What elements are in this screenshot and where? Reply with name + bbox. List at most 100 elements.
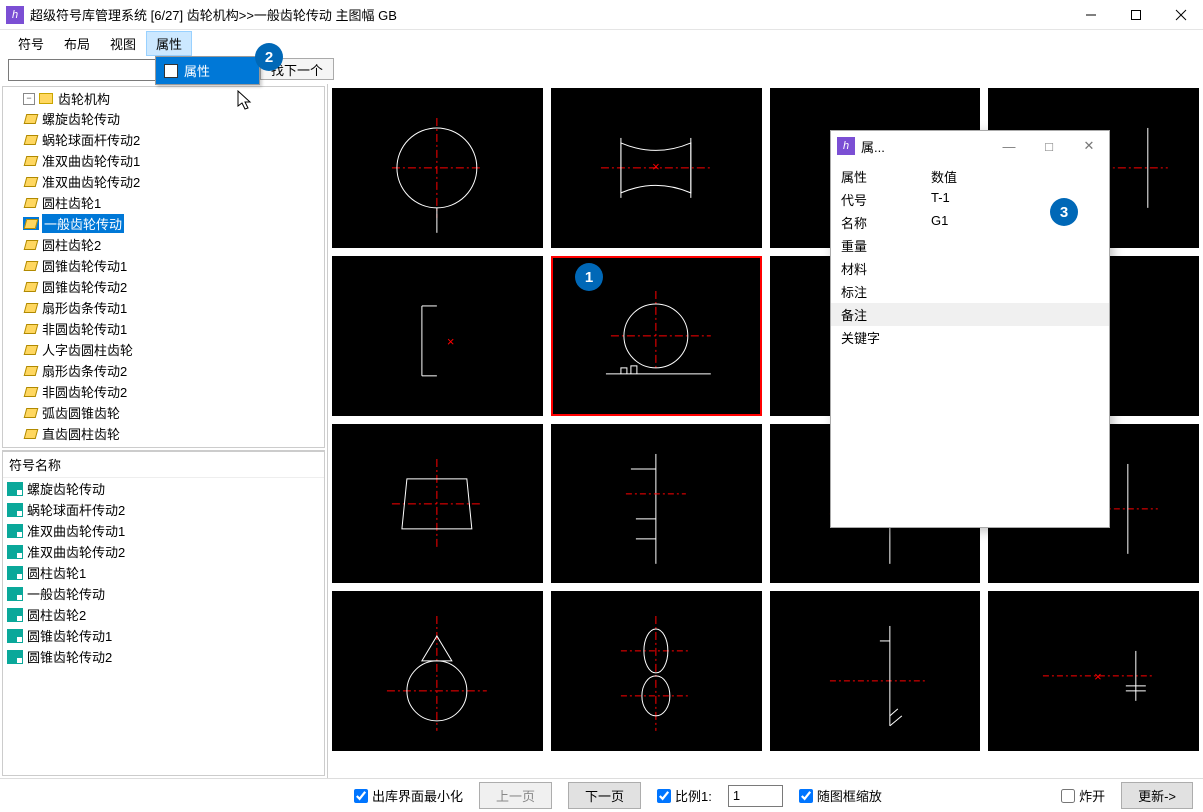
symbol-icon <box>23 364 39 377</box>
fit-frame-checkbox[interactable]: 随图框缩放 <box>799 786 882 805</box>
tree-item[interactable]: 斜齿圆柱齿轮 <box>23 444 324 448</box>
symbol-icon <box>7 503 23 517</box>
list-item[interactable]: 一般齿轮传动 <box>3 583 324 604</box>
symbol-icon <box>23 196 39 209</box>
properties-titlebar[interactable]: h 属... — □ ✕ <box>831 131 1109 161</box>
property-row[interactable]: 备注 <box>831 303 1109 326</box>
callout-3: 3 <box>1050 198 1078 226</box>
thumbnail[interactable] <box>332 424 543 584</box>
dropdown-item-properties[interactable]: 属性 <box>156 57 259 84</box>
tree-item[interactable]: 圆锥齿轮传动2 <box>23 276 324 297</box>
thumbnail[interactable]: × <box>332 256 543 416</box>
tree-item[interactable]: 圆柱齿轮1 <box>23 192 324 213</box>
menu-item-2[interactable]: 视图 <box>100 31 146 56</box>
menu-item-0[interactable]: 符号 <box>8 31 54 56</box>
symbol-icon <box>23 175 39 188</box>
tree-item[interactable]: 蜗轮球面杆传动2 <box>23 129 324 150</box>
properties-icon <box>164 64 178 78</box>
properties-panel[interactable]: h 属... — □ ✕ 属性 数值 代号T-1名称G1重量材料标注备注关键字 <box>830 130 1110 528</box>
tree-item[interactable]: 非圆齿轮传动2 <box>23 381 324 402</box>
thumbnail[interactable] <box>551 591 762 751</box>
tree-item[interactable]: 直齿圆柱齿轮 <box>23 423 324 444</box>
tree-root[interactable]: − 齿轮机构 螺旋齿轮传动蜗轮球面杆传动2准双曲齿轮传动1准双曲齿轮传动2圆柱齿… <box>23 89 324 448</box>
symbol-icon <box>7 608 23 622</box>
symbol-icon <box>23 112 39 125</box>
app-icon: h <box>837 137 855 155</box>
thumbnail[interactable]: × <box>551 88 762 248</box>
ratio-input[interactable] <box>728 785 783 807</box>
menu-item-3[interactable]: 属性 <box>146 31 192 56</box>
callout-1: 1 <box>575 263 603 291</box>
symbol-icon <box>23 301 39 314</box>
minimize-button[interactable] <box>1068 0 1113 30</box>
symbol-icon <box>23 133 39 146</box>
tree-item[interactable]: 人字齿圆柱齿轮 <box>23 339 324 360</box>
list-item[interactable]: 准双曲齿轮传动1 <box>3 520 324 541</box>
app-icon: h <box>6 6 24 24</box>
tree-item[interactable]: 圆柱齿轮2 <box>23 234 324 255</box>
thumbnail[interactable] <box>551 424 762 584</box>
tree-item[interactable]: 一般齿轮传动 <box>23 213 324 234</box>
update-button[interactable]: 更新-> <box>1121 782 1193 809</box>
symbol-icon <box>7 545 23 559</box>
tree-item[interactable]: 螺旋齿轮传动 <box>23 108 324 129</box>
properties-dropdown: 属性 <box>155 56 260 85</box>
list-header: 符号名称 <box>3 451 324 478</box>
list-item[interactable]: 蜗轮球面杆传动2 <box>3 499 324 520</box>
list-item[interactable]: 圆柱齿轮1 <box>3 562 324 583</box>
symbol-list[interactable]: 符号名称 螺旋齿轮传动蜗轮球面杆传动2准双曲齿轮传动1准双曲齿轮传动2圆柱齿轮1… <box>2 450 325 776</box>
ratio-checkbox[interactable]: 比例1: <box>657 786 712 805</box>
svg-text:×: × <box>1094 669 1102 684</box>
callout-2: 2 <box>255 43 283 71</box>
next-page-button[interactable]: 下一页 <box>568 782 641 809</box>
symbol-icon <box>23 343 39 356</box>
tree-item[interactable]: 扇形齿条传动2 <box>23 360 324 381</box>
symbol-icon <box>7 650 23 664</box>
symbol-icon <box>7 587 23 601</box>
symbol-icon <box>7 566 23 580</box>
explode-checkbox[interactable]: 炸开 <box>1061 786 1105 805</box>
tree-item[interactable]: 圆锥齿轮传动1 <box>23 255 324 276</box>
window-title: 超级符号库管理系统 [6/27] 齿轮机构>>一般齿轮传动 主图幅 GB <box>30 5 1068 24</box>
panel-close-button[interactable]: ✕ <box>1069 131 1109 161</box>
property-row[interactable]: 重量 <box>831 234 1109 257</box>
titlebar: h 超级符号库管理系统 [6/27] 齿轮机构>>一般齿轮传动 主图幅 GB <box>0 0 1203 30</box>
list-item[interactable]: 圆锥齿轮传动1 <box>3 625 324 646</box>
minimize-on-export-checkbox[interactable]: 出库界面最小化 <box>354 786 463 805</box>
list-item[interactable]: 圆锥齿轮传动2 <box>3 646 324 667</box>
thumbnail[interactable] <box>770 591 981 751</box>
property-row[interactable]: 材料 <box>831 257 1109 280</box>
symbol-icon <box>23 259 39 272</box>
tree-item[interactable]: 弧齿圆锥齿轮 <box>23 402 324 423</box>
symbol-tree[interactable]: − 齿轮机构 螺旋齿轮传动蜗轮球面杆传动2准双曲齿轮传动1准双曲齿轮传动2圆柱齿… <box>2 86 325 448</box>
symbol-icon <box>23 385 39 398</box>
symbol-icon <box>7 629 23 643</box>
thumbnail[interactable] <box>332 591 543 751</box>
panel-minimize-button[interactable]: — <box>989 131 1029 161</box>
symbol-icon <box>23 154 39 167</box>
list-item[interactable]: 准双曲齿轮传动2 <box>3 541 324 562</box>
list-item[interactable]: 螺旋齿轮传动 <box>3 478 324 499</box>
footer-toolbar: 出库界面最小化 上一页 下一页 比例1: 随图框缩放 炸开 更新-> <box>0 778 1203 812</box>
close-button[interactable] <box>1158 0 1203 30</box>
tree-item[interactable]: 非圆齿轮传动1 <box>23 318 324 339</box>
search-row: 属性 找下一个 <box>0 56 1203 84</box>
symbol-icon <box>23 238 39 251</box>
tree-item[interactable]: 准双曲齿轮传动2 <box>23 171 324 192</box>
maximize-button[interactable] <box>1113 0 1158 30</box>
property-row[interactable]: 标注 <box>831 280 1109 303</box>
search-input[interactable] <box>8 59 158 81</box>
prev-page-button[interactable]: 上一页 <box>479 782 552 809</box>
panel-maximize-button[interactable]: □ <box>1029 131 1069 161</box>
list-item[interactable]: 圆柱齿轮2 <box>3 604 324 625</box>
property-row[interactable]: 关键字 <box>831 326 1109 349</box>
svg-text:×: × <box>447 334 455 349</box>
menu-item-1[interactable]: 布局 <box>54 31 100 56</box>
thumbnail[interactable] <box>332 88 543 248</box>
tree-item[interactable]: 扇形齿条传动1 <box>23 297 324 318</box>
thumbnail[interactable]: × <box>988 591 1199 751</box>
tree-item[interactable]: 准双曲齿轮传动1 <box>23 150 324 171</box>
collapse-icon[interactable]: − <box>23 93 35 105</box>
symbol-icon <box>7 482 23 496</box>
props-header-row: 属性 数值 <box>831 165 1109 188</box>
